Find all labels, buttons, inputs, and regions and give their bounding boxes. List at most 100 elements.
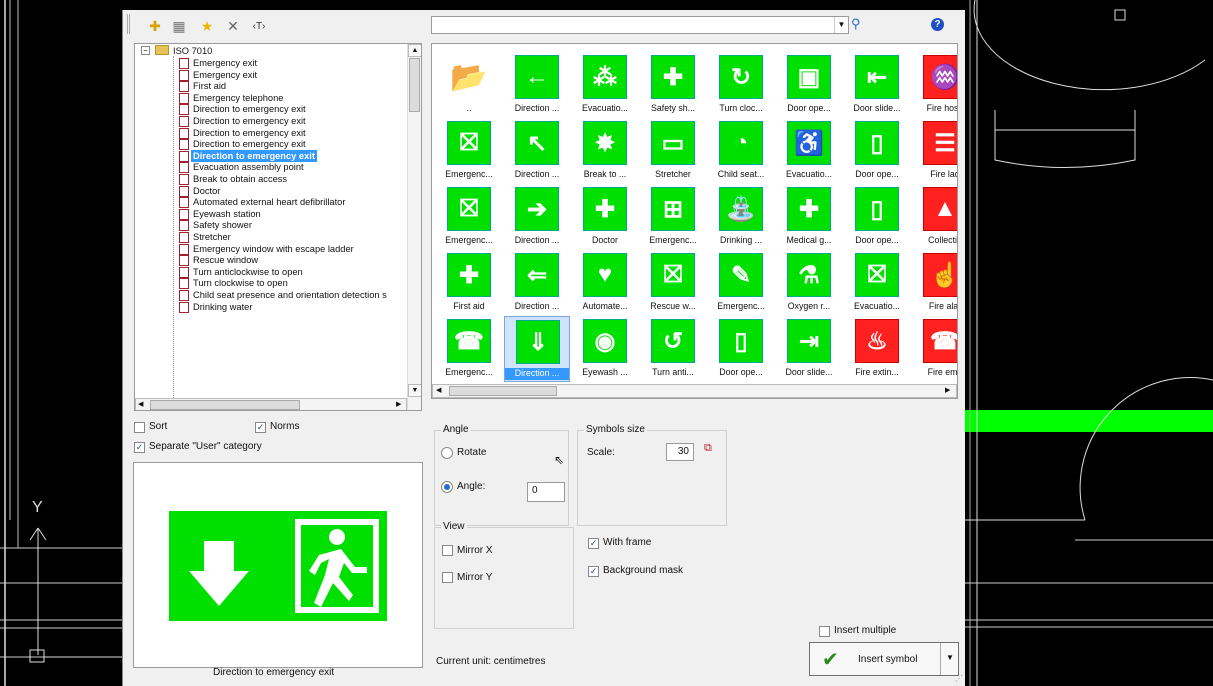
tree-item[interactable]: Emergency exit bbox=[135, 69, 405, 81]
symbol-cell[interactable]: ▯ Door ope... bbox=[844, 118, 910, 184]
tree-item[interactable]: Evacuation assembly point bbox=[135, 161, 405, 174]
symbol-cell[interactable]: ↻ Turn cloc... bbox=[708, 52, 774, 118]
symbol-cell[interactable]: ✸ Break to ... bbox=[572, 118, 638, 184]
norms-checkbox[interactable]: ✓ bbox=[255, 422, 266, 433]
symbol-cell[interactable]: ⁂ Evacuatio... bbox=[572, 52, 638, 118]
help-icon[interactable]: ? bbox=[931, 18, 944, 31]
add-icon[interactable]: ✚ bbox=[147, 18, 163, 34]
tree-item[interactable]: Rescue window bbox=[135, 254, 405, 267]
scroll-thumb[interactable] bbox=[449, 386, 557, 396]
symbol-cell[interactable]: ✚ Safety sh... bbox=[640, 52, 706, 118]
symbol-cell[interactable]: ◔ Child seat... bbox=[708, 118, 774, 184]
symbol-cell[interactable]: ▭ Stretcher bbox=[640, 118, 706, 184]
mirror-x-checkbox[interactable] bbox=[442, 545, 453, 556]
grid-icon[interactable]: ▦ bbox=[171, 18, 187, 34]
symbol-cell[interactable]: ⚗ Oxygen r... bbox=[776, 250, 842, 316]
tree-item[interactable]: Direction to emergency exit bbox=[135, 127, 405, 139]
symbol-cell[interactable]: ✚ First aid bbox=[436, 250, 502, 316]
tree-item[interactable]: Child seat presence and orientation dete… bbox=[135, 289, 405, 301]
separate-user-category-checkbox[interactable]: ✓ bbox=[134, 442, 145, 453]
tree-item[interactable]: Turn anticlockwise to open bbox=[135, 266, 405, 278]
symbol-cell[interactable]: ▯ Door ope... bbox=[708, 316, 774, 382]
tree-root[interactable]: − ISO 7010 bbox=[135, 45, 405, 57]
symbol-cell[interactable]: ☝ Fire alar bbox=[912, 250, 957, 316]
symbol-cell[interactable]: ☰ Fire lad bbox=[912, 118, 957, 184]
text-tool-icon[interactable]: ‹T› bbox=[251, 18, 267, 34]
symbol-cell[interactable]: ⛝ Emergenc... bbox=[436, 118, 502, 184]
symbol-grid[interactable]: 📂.. ← Direction ... ⁂ Evacuatio... ✚ Safety sh… bbox=[431, 43, 958, 399]
insert-symbol-button[interactable]: ✔ Insert symbol ▼ bbox=[809, 642, 959, 676]
tree-item[interactable]: Direction to emergency exit bbox=[135, 103, 405, 116]
symbol-cell[interactable]: ⇓ Direction ... bbox=[504, 316, 570, 382]
tree-item[interactable]: Automated external heart defibrillator bbox=[135, 196, 405, 209]
symbol-cell[interactable]: ✎ Emergenc... bbox=[708, 250, 774, 316]
scroll-thumb[interactable] bbox=[150, 400, 300, 410]
insert-multiple-checkbox[interactable] bbox=[819, 626, 830, 637]
tree-item[interactable]: Direction to emergency exit bbox=[135, 138, 405, 151]
scroll-right-icon[interactable]: ▶ bbox=[396, 400, 401, 408]
mirror-y-checkbox[interactable] bbox=[442, 572, 453, 583]
scroll-right-icon[interactable]: ▶ bbox=[945, 386, 950, 394]
chevron-down-icon[interactable]: ▼ bbox=[940, 643, 959, 675]
sort-checkbox[interactable] bbox=[134, 422, 145, 433]
symbol-cell[interactable]: ♥ Automate... bbox=[572, 250, 638, 316]
with-frame-checkbox[interactable]: ✓ bbox=[588, 538, 599, 549]
delete-icon[interactable]: ✕ bbox=[225, 18, 241, 34]
symbol-cell[interactable]: ♨ Fire extin... bbox=[844, 316, 910, 382]
symbol-cell[interactable]: ← Direction ... bbox=[504, 52, 570, 118]
symbol-cell[interactable]: ⛲ Drinking ... bbox=[708, 184, 774, 250]
angle-input[interactable]: 0 bbox=[527, 482, 565, 502]
search-combobox[interactable]: ▼ bbox=[431, 16, 849, 34]
tree-item[interactable]: First aid bbox=[135, 80, 405, 93]
symbol-cell[interactable]: 📂.. bbox=[436, 52, 502, 118]
rotate-radio[interactable] bbox=[441, 447, 453, 459]
symbol-cell[interactable]: ♒ Fire hose bbox=[912, 52, 957, 118]
symbol-cell[interactable]: ▯ Door ope... bbox=[844, 184, 910, 250]
scroll-left-icon[interactable]: ◀ bbox=[436, 386, 441, 394]
symbol-cell[interactable]: ♿ Evacuatio... bbox=[776, 118, 842, 184]
tree-item[interactable]: Emergency exit bbox=[135, 57, 405, 69]
symbol-cell[interactable]: ⛝ Emergenc... bbox=[436, 184, 502, 250]
symbol-cell[interactable]: ◉ Eyewash ... bbox=[572, 316, 638, 382]
symbol-cell[interactable]: ⛝ Rescue w... bbox=[640, 250, 706, 316]
symbol-cell[interactable]: ⛝ Evacuatio... bbox=[844, 250, 910, 316]
tree-horizontal-scrollbar[interactable]: ◀ ▶ bbox=[135, 398, 407, 410]
tree-item[interactable]: Emergency window with escape ladder bbox=[135, 243, 405, 255]
symbol-cell[interactable]: ✚ Medical g... bbox=[776, 184, 842, 250]
tree-item[interactable]: Stretcher bbox=[135, 231, 405, 243]
symbol-cell[interactable]: ⇤ Door slide... bbox=[844, 52, 910, 118]
tree-item[interactable]: Doctor bbox=[135, 185, 405, 197]
magnifier-icon[interactable]: ⚲ bbox=[851, 16, 861, 32]
scroll-up-icon[interactable]: ▲ bbox=[408, 44, 421, 57]
tree-item[interactable]: Emergency telephone bbox=[135, 92, 405, 104]
tree-item[interactable]: Safety shower bbox=[135, 219, 405, 232]
tree-item[interactable]: Eyewash station bbox=[135, 208, 405, 220]
symbol-cell[interactable]: ▣ Door ope... bbox=[776, 52, 842, 118]
grid-horizontal-scrollbar[interactable]: ◀ ▶ bbox=[432, 384, 957, 398]
tree-item[interactable]: Direction to emergency exit bbox=[135, 115, 405, 127]
symbol-cell[interactable]: ▲ Collectio bbox=[912, 184, 957, 250]
symbol-cell[interactable]: ☎ Emergenc... bbox=[436, 316, 502, 382]
collapse-icon[interactable]: − bbox=[141, 46, 150, 55]
symbol-cell[interactable]: ➔ Direction ... bbox=[504, 184, 570, 250]
chevron-down-icon[interactable]: ▼ bbox=[834, 17, 848, 33]
symbol-cell[interactable]: ☎ Fire eme bbox=[912, 316, 957, 382]
tree-item[interactable]: Turn clockwise to open bbox=[135, 277, 405, 290]
scroll-down-icon[interactable]: ▼ bbox=[408, 384, 421, 397]
symbol-cell[interactable]: ⊞ Emergenc... bbox=[640, 184, 706, 250]
tree-vertical-scrollbar[interactable]: ▲ ▼ bbox=[407, 44, 421, 410]
symbol-cell[interactable]: ✚ Doctor bbox=[572, 184, 638, 250]
resize-grip-icon[interactable]: ⋰ bbox=[955, 674, 963, 683]
symbol-cell[interactable]: ⇥ Door slide... bbox=[776, 316, 842, 382]
symbol-cell[interactable]: ↖ Direction ... bbox=[504, 118, 570, 184]
tree-item[interactable]: Break to obtain access bbox=[135, 173, 405, 185]
angle-radio[interactable] bbox=[441, 481, 453, 493]
symbol-cell[interactable]: ↺ Turn anti... bbox=[640, 316, 706, 382]
background-mask-checkbox[interactable]: ✓ bbox=[588, 566, 599, 577]
scroll-thumb[interactable] bbox=[409, 58, 420, 112]
tree-item[interactable]: Direction to emergency exit bbox=[135, 149, 405, 162]
star-icon[interactable]: ★ bbox=[199, 18, 215, 34]
cad-drawing-left[interactable]: Y bbox=[0, 0, 122, 686]
pick-scale-icon[interactable]: ⧉ bbox=[704, 442, 712, 455]
tree-item[interactable]: Drinking water bbox=[135, 301, 405, 313]
